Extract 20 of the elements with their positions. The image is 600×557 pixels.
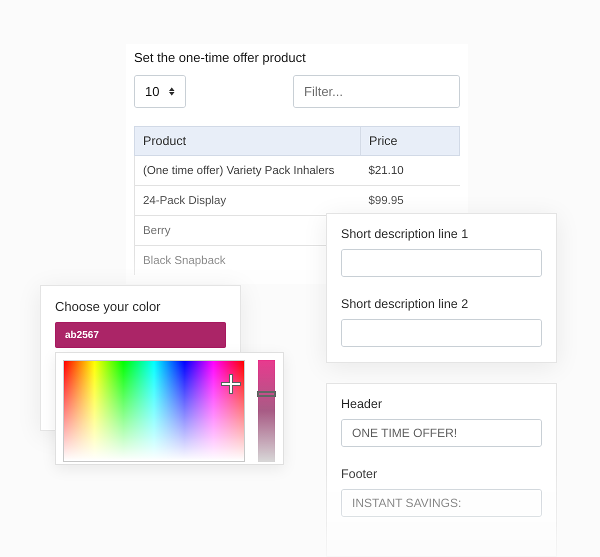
color-spectrum[interactable] — [63, 360, 245, 462]
text-field[interactable] — [341, 319, 542, 347]
column-header: Price — [360, 126, 460, 156]
field-label: Header — [341, 397, 383, 411]
page-size-select[interactable]: 10 — [134, 75, 186, 108]
card-title: Set the one-time offer product — [134, 50, 307, 65]
crosshair-icon — [221, 374, 241, 394]
color-value-field[interactable]: ab2567 — [55, 322, 226, 348]
table-cell: $21.10 — [360, 156, 460, 186]
field-label: Choose your color — [55, 299, 162, 314]
field-label: Short description line 2 — [341, 297, 470, 311]
filter-field[interactable]: Filter... — [293, 75, 460, 108]
text-field[interactable] — [341, 249, 542, 277]
text-field[interactable]: ONE TIME OFFER! — [341, 419, 542, 447]
slider-thumb[interactable] — [257, 390, 276, 397]
column-header: Product — [134, 126, 360, 156]
field-label: Footer — [341, 467, 378, 481]
shade-slider[interactable] — [258, 360, 275, 462]
table-cell: (One time offer) Variety Pack Inhalers — [134, 156, 360, 186]
sort-arrows-icon — [169, 87, 175, 96]
